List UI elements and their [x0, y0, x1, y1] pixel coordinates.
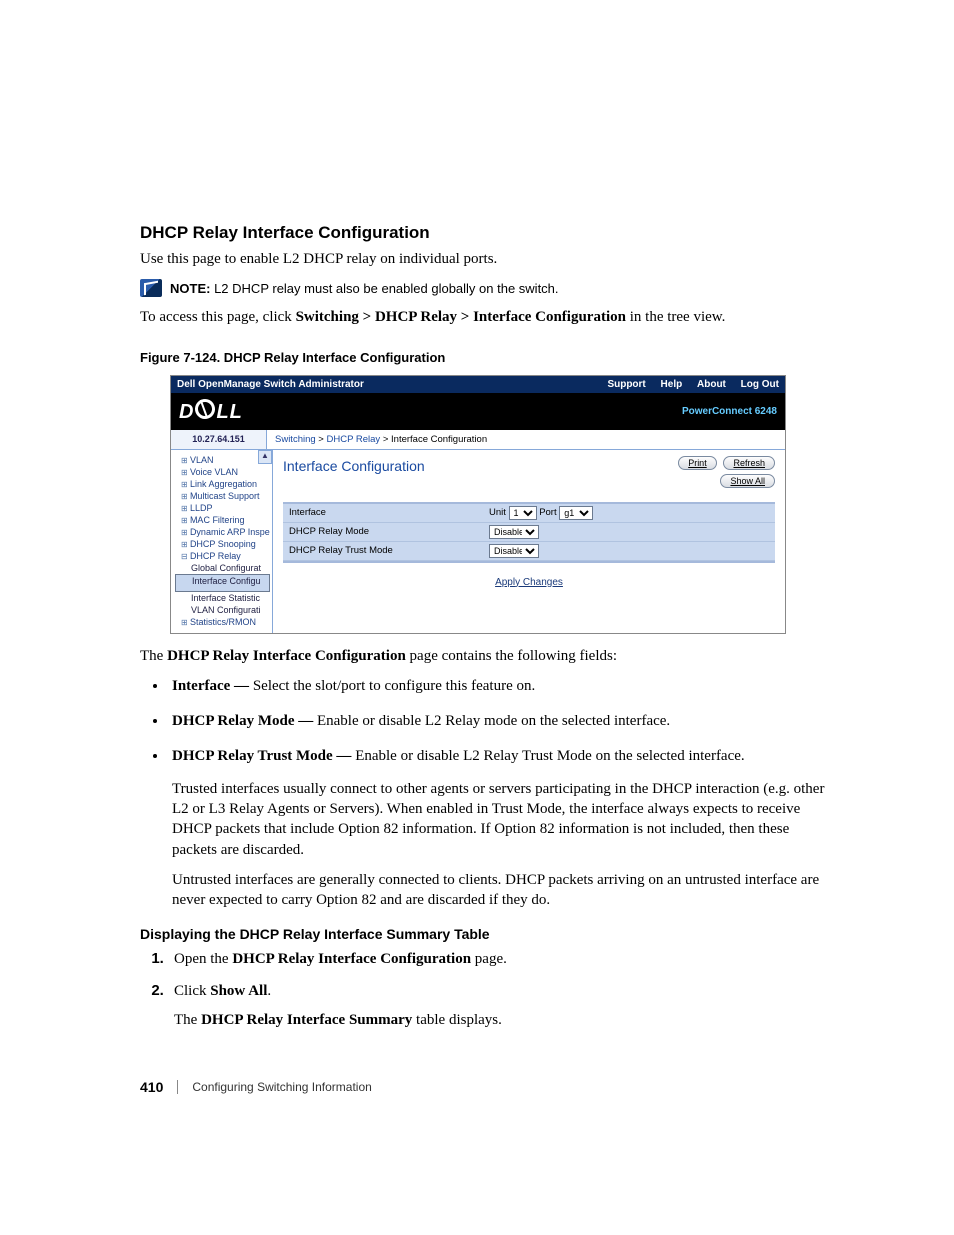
- bc-current: Interface Configuration: [391, 434, 487, 445]
- tree-sub-interface-stats[interactable]: Interface Statistic: [175, 592, 270, 604]
- note-icon: [140, 279, 162, 297]
- fields-intro: The DHCP Relay Interface Configuration p…: [140, 646, 834, 666]
- apply-changes-button[interactable]: Apply Changes: [495, 577, 563, 588]
- intro-text: Use this page to enable L2 DHCP relay on…: [140, 249, 834, 269]
- lbl-port: Port: [539, 507, 556, 518]
- lbl-trust-mode: DHCP Relay Trust Mode: [289, 545, 489, 556]
- tree-sub-interface-config[interactable]: Interface Configu: [175, 574, 270, 592]
- tree-link-agg[interactable]: Link Aggregation: [175, 478, 270, 490]
- trust-para2: Untrusted interfaces are generally conne…: [172, 870, 834, 911]
- tree-dyn-arp[interactable]: Dynamic ARP Inspe: [175, 526, 270, 538]
- ss-link-about[interactable]: About: [697, 379, 726, 390]
- tree-stats-rmon[interactable]: Statistics/RMON: [175, 616, 270, 628]
- field-list: Interface — Select the slot/port to conf…: [168, 676, 834, 911]
- figure-caption: Figure 7-124. DHCP Relay Interface Confi…: [140, 350, 834, 365]
- page-footer: 410 Configuring Switching Information: [140, 1079, 372, 1095]
- lbl-relay-mode: DHCP Relay Mode: [289, 526, 489, 537]
- tree-sub-vlan-config[interactable]: VLAN Configurati: [175, 604, 270, 616]
- print-button[interactable]: Print: [678, 456, 717, 470]
- relay-mode-select[interactable]: Disable: [489, 525, 539, 539]
- tree-voice-vlan[interactable]: Voice VLAN: [175, 466, 270, 478]
- tree-scroll-up-icon[interactable]: ▲: [258, 450, 272, 464]
- page-number: 410: [140, 1079, 163, 1095]
- step-2: Click Show All. The DHCP Relay Interface…: [168, 982, 834, 1030]
- bc-switching[interactable]: Switching: [275, 434, 316, 445]
- trust-para1: Trusted interfaces usually connect to ot…: [172, 779, 834, 860]
- port-select[interactable]: g1: [559, 506, 593, 520]
- steps-list: Open the DHCP Relay Interface Configurat…: [164, 950, 834, 1030]
- unit-select[interactable]: 1: [509, 506, 537, 520]
- access-path-text: To access this page, click Switching > D…: [140, 307, 834, 327]
- lbl-unit: Unit: [489, 507, 506, 518]
- ss-link-support[interactable]: Support: [607, 379, 645, 390]
- field-interface: Interface — Select the slot/port to conf…: [168, 676, 834, 697]
- ss-tree[interactable]: ▲ VLAN Voice VLAN Link Aggregation Multi…: [171, 450, 273, 633]
- note: NOTE: L2 DHCP relay must also be enabled…: [140, 279, 834, 297]
- bc-dhcp-relay[interactable]: DHCP Relay: [327, 434, 381, 445]
- tree-dhcp-snoop[interactable]: DHCP Snooping: [175, 538, 270, 550]
- lbl-interface: Interface: [289, 507, 489, 518]
- field-trust-mode: DHCP Relay Trust Mode — Enable or disabl…: [168, 746, 834, 911]
- ss-app-title: Dell OpenManage Switch Administrator: [177, 379, 364, 390]
- ss-titlebar: Dell OpenManage Switch Administrator Sup…: [171, 376, 785, 393]
- showall-button[interactable]: Show All: [720, 474, 775, 488]
- note-body: L2 DHCP relay must also be enabled globa…: [214, 281, 558, 296]
- ss-device-model: PowerConnect 6248: [682, 406, 777, 417]
- tree-multicast[interactable]: Multicast Support: [175, 490, 270, 502]
- trust-mode-select[interactable]: Disable: [489, 544, 539, 558]
- dell-logo: DLL: [179, 399, 243, 424]
- ss-logobar: DLL PowerConnect 6248: [171, 393, 785, 430]
- tree-dhcp-relay[interactable]: DHCP Relay: [175, 550, 270, 562]
- tree-vlan[interactable]: VLAN: [175, 454, 270, 466]
- ss-ip-address: 10.27.64.151: [171, 430, 267, 450]
- tree-sub-global[interactable]: Global Configurat: [175, 562, 270, 574]
- section-name: Configuring Switching Information: [192, 1080, 371, 1094]
- refresh-button[interactable]: Refresh: [723, 456, 775, 470]
- ss-breadcrumb: Switching > DHCP Relay > Interface Confi…: [267, 430, 785, 450]
- section-heading: DHCP Relay Interface Configuration: [140, 223, 834, 243]
- note-label: NOTE:: [170, 281, 210, 296]
- ss-link-help[interactable]: Help: [661, 379, 683, 390]
- ss-link-logout[interactable]: Log Out: [741, 379, 779, 390]
- subheading: Displaying the DHCP Relay Interface Summ…: [140, 926, 834, 942]
- screenshot-figure: Dell OpenManage Switch Administrator Sup…: [170, 375, 786, 634]
- field-relay-mode: DHCP Relay Mode — Enable or disable L2 R…: [168, 711, 834, 732]
- tree-lldp[interactable]: LLDP: [175, 502, 270, 514]
- step-1: Open the DHCP Relay Interface Configurat…: [168, 950, 834, 968]
- tree-mac-filter[interactable]: MAC Filtering: [175, 514, 270, 526]
- ss-form: Interface Unit 1 Port g1 DHCP Relay Mode…: [283, 502, 775, 563]
